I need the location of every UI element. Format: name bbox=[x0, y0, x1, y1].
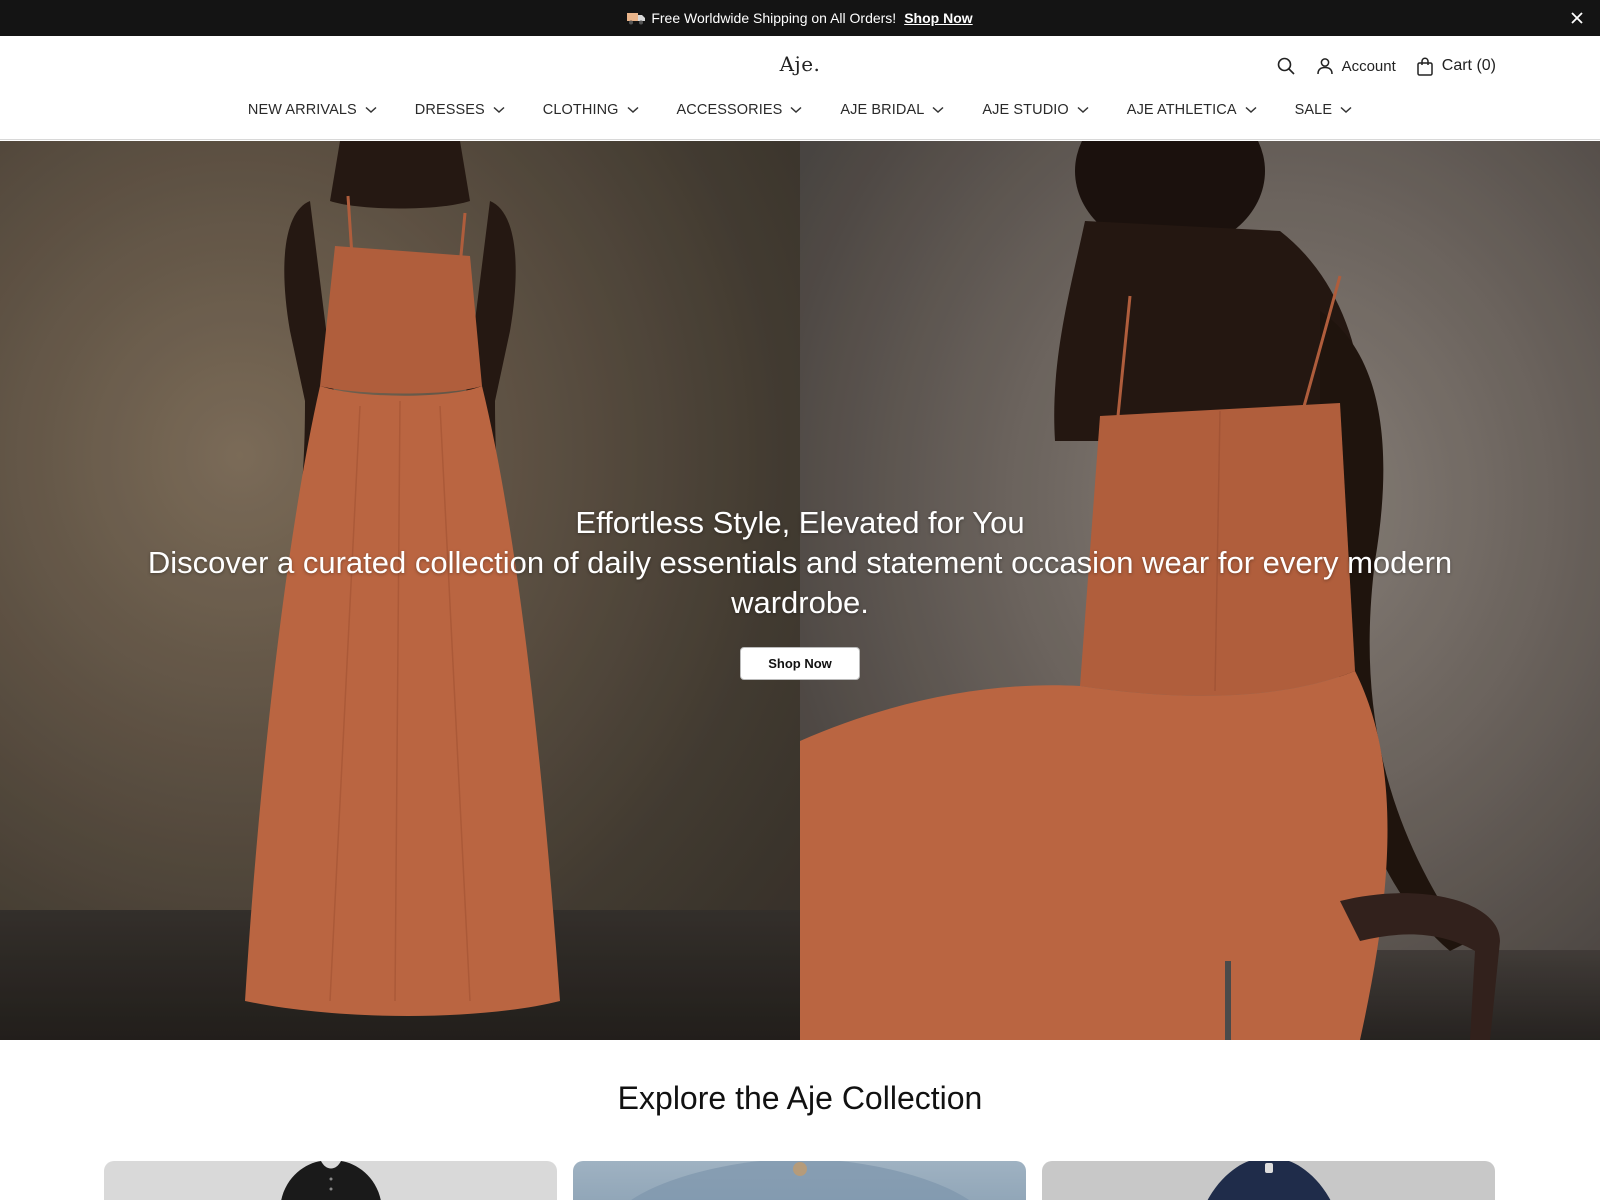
announcement-bar: Free Worldwide Shipping on All Orders! S… bbox=[0, 0, 1600, 36]
product-image bbox=[630, 1161, 969, 1200]
nav-item-aje-athletica[interactable]: AJE ATHLETICA bbox=[1127, 102, 1257, 118]
announcement-shop-now-link[interactable]: Shop Now bbox=[904, 10, 972, 26]
hero-content: Effortless Style, Elevated for You Disco… bbox=[0, 503, 1600, 680]
account-button[interactable]: Account bbox=[1316, 57, 1396, 75]
hero-title: Effortless Style, Elevated for You bbox=[575, 505, 1025, 540]
nav-item-aje-bridal[interactable]: AJE BRIDAL bbox=[840, 102, 944, 118]
hero-shop-now-button[interactable]: Shop Now bbox=[740, 647, 860, 680]
nav-item-sale[interactable]: SALE bbox=[1295, 102, 1352, 118]
chevron-down-icon bbox=[1245, 106, 1257, 114]
collection-card[interactable] bbox=[104, 1161, 557, 1200]
search-button[interactable] bbox=[1276, 56, 1296, 76]
nav-item-dresses[interactable]: DRESSES bbox=[415, 102, 505, 118]
hero-banner: Effortless Style, Elevated for You Disco… bbox=[0, 141, 1600, 1040]
chevron-down-icon bbox=[365, 106, 377, 114]
nav-item-label: SALE bbox=[1294, 102, 1333, 118]
collection-title: Explore the Aje Collection bbox=[617, 1080, 983, 1116]
shopping-bag-icon bbox=[1416, 57, 1434, 76]
nav-item-label: ACCESSORIES bbox=[676, 102, 783, 118]
chevron-down-icon bbox=[493, 106, 505, 114]
site-header: Aje. Account Cart (0) NEW ARRIVALS DRESS… bbox=[0, 36, 1600, 140]
nav-item-label: AJE BRIDAL bbox=[840, 102, 925, 118]
hero-subtitle: Discover a curated collection of daily e… bbox=[147, 545, 1453, 620]
nav-item-clothing[interactable]: CLOTHING bbox=[543, 102, 639, 118]
nav-item-label: NEW ARRIVALS bbox=[247, 102, 357, 118]
product-image bbox=[1207, 1161, 1330, 1200]
truck-icon bbox=[627, 11, 646, 25]
nav-item-accessories[interactable]: ACCESSORIES bbox=[677, 102, 803, 118]
nav-item-label: AJE STUDIO bbox=[982, 102, 1069, 118]
chevron-down-icon bbox=[1077, 106, 1089, 114]
chevron-down-icon bbox=[627, 106, 639, 114]
chevron-down-icon bbox=[1340, 106, 1352, 114]
collection-card[interactable] bbox=[573, 1161, 1026, 1200]
account-label: Account bbox=[1341, 57, 1396, 75]
nav-item-label: CLOTHING bbox=[542, 102, 619, 118]
chevron-down-icon bbox=[790, 106, 802, 114]
close-icon[interactable] bbox=[1568, 9, 1586, 27]
nav-item-label: DRESSES bbox=[414, 102, 485, 118]
user-icon bbox=[1316, 57, 1334, 75]
header-actions: Account Cart (0) bbox=[1276, 56, 1496, 76]
chevron-down-icon bbox=[932, 106, 944, 114]
main-nav: NEW ARRIVALS DRESSES CLOTHING ACCESSORIE… bbox=[0, 102, 1600, 118]
collection-card[interactable] bbox=[1042, 1161, 1495, 1200]
logo-text[interactable]: Aje. bbox=[780, 52, 821, 76]
collection-cards bbox=[104, 1161, 1496, 1200]
cart-label: Cart (0) bbox=[1441, 57, 1496, 74]
nav-item-label: AJE ATHLETICA bbox=[1126, 102, 1237, 118]
nav-item-new-arrivals[interactable]: NEW ARRIVALS bbox=[248, 102, 377, 118]
cart-button[interactable]: Cart (0) bbox=[1416, 57, 1496, 76]
product-image bbox=[280, 1161, 381, 1200]
nav-item-aje-studio[interactable]: AJE STUDIO bbox=[982, 102, 1089, 118]
announcement-text: Free Worldwide Shipping on All Orders! bbox=[651, 10, 897, 26]
search-icon bbox=[1276, 56, 1296, 76]
